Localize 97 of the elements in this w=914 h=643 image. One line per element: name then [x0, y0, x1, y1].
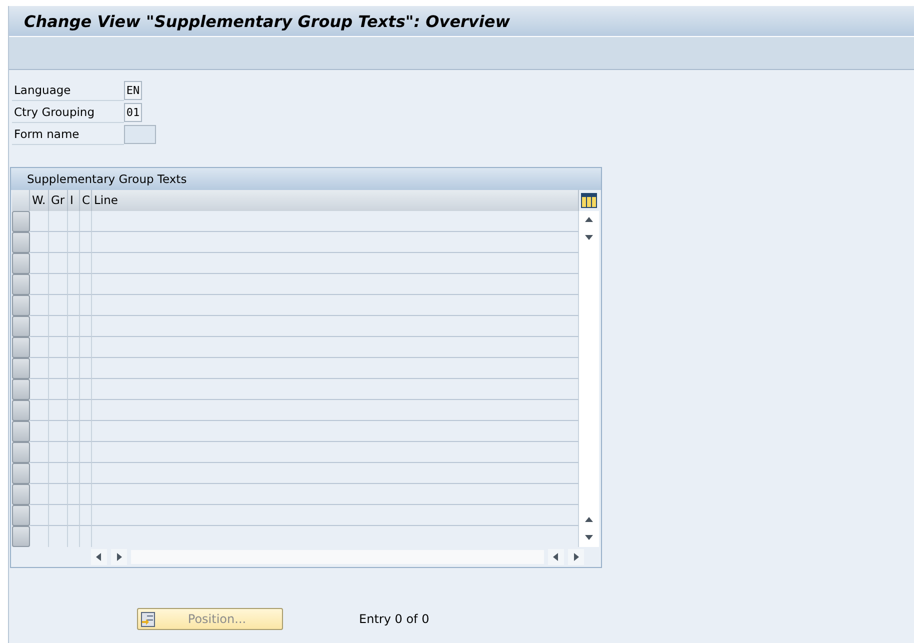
table-cell: [68, 484, 80, 505]
table-cell: [49, 253, 68, 274]
row-selector[interactable]: [12, 274, 30, 295]
row-selector[interactable]: [12, 463, 30, 484]
table-cell: [80, 484, 92, 505]
table-cell: [68, 253, 80, 274]
table-cell: [30, 379, 49, 400]
table-cell: [30, 484, 49, 505]
table-cell: [68, 358, 80, 379]
table-cell: [49, 211, 68, 232]
row-selector[interactable]: [12, 316, 30, 337]
row-selector[interactable]: [12, 400, 30, 421]
input-field[interactable]: EN: [124, 80, 142, 100]
columns-icon[interactable]: [581, 193, 597, 208]
table-cell: [30, 421, 49, 442]
row-selector[interactable]: [12, 505, 30, 526]
row-selector[interactable]: [12, 253, 30, 274]
table-cell: [49, 274, 68, 295]
column-header[interactable]: I: [68, 190, 80, 211]
table-cell: [80, 421, 92, 442]
row-selector[interactable]: [12, 484, 30, 505]
table-cell: [68, 442, 80, 463]
row-selector[interactable]: [12, 379, 30, 400]
table-cell: [68, 505, 80, 526]
row-selector[interactable]: [12, 295, 30, 316]
table-cell: [30, 253, 49, 274]
scroll-left-icon[interactable]: [551, 552, 561, 562]
window-title: Change View "Supplementary Group Texts": Overview: [9, 6, 914, 37]
table-cell: [30, 211, 49, 232]
table-cell: [49, 295, 68, 316]
column-header[interactable]: W.: [30, 190, 49, 211]
scroll-up-icon[interactable]: [584, 515, 594, 525]
entry-count: Entry 0 of 0: [359, 612, 430, 626]
row-selector[interactable]: [12, 421, 30, 442]
table-cell: [68, 463, 80, 484]
table-cell: [30, 442, 49, 463]
table-cell: [30, 316, 49, 337]
table-cell: [68, 421, 80, 442]
table-cell: [30, 400, 49, 421]
table-cell: [30, 358, 49, 379]
table-cell: [68, 274, 80, 295]
row-selector[interactable]: [12, 442, 30, 463]
table-cell: [80, 463, 92, 484]
table-cell: [49, 316, 68, 337]
input-field[interactable]: [124, 124, 156, 144]
row-selector[interactable]: [12, 232, 30, 253]
position-icon: [141, 612, 155, 626]
table-cell: [80, 211, 92, 232]
header-corner: [12, 190, 30, 211]
table-cell: [68, 232, 80, 253]
scroll-left-icon[interactable]: [94, 552, 104, 562]
row-selector[interactable]: [12, 337, 30, 358]
table-cell: [68, 211, 80, 232]
table-cell: [30, 295, 49, 316]
table-cell: [30, 232, 49, 253]
table-cell: [80, 232, 92, 253]
table-cell: [49, 442, 68, 463]
table-cell: [30, 274, 49, 295]
scroll-right-icon[interactable]: [114, 552, 124, 562]
table-cell: [68, 400, 80, 421]
table-cell: [80, 358, 92, 379]
table-title: Supplementary Group Texts: [11, 168, 601, 190]
table-cell: [80, 400, 92, 421]
scroll-right-icon[interactable]: [571, 552, 581, 562]
table-cell: [68, 316, 80, 337]
table-cell: [80, 442, 92, 463]
scroll-up-icon[interactable]: [584, 215, 594, 225]
table-cell: [68, 337, 80, 358]
column-header[interactable]: Line: [92, 190, 579, 211]
row-selector[interactable]: [12, 526, 30, 547]
table-cell: [49, 484, 68, 505]
table-cell: [80, 505, 92, 526]
table-cell: [80, 274, 92, 295]
table-cell: [80, 337, 92, 358]
table-cell: [68, 379, 80, 400]
table-cell: [68, 295, 80, 316]
table-cell: [80, 253, 92, 274]
table-cell: [80, 316, 92, 337]
table-cell: [49, 232, 68, 253]
table-cell: [49, 379, 68, 400]
table-cell: [49, 421, 68, 442]
row-selector[interactable]: [12, 211, 30, 232]
table-cell: [30, 505, 49, 526]
table-cell: [49, 358, 68, 379]
table-cell: [49, 463, 68, 484]
table-cell: [80, 379, 92, 400]
column-header[interactable]: Gr: [49, 190, 68, 211]
table-cell: [80, 295, 92, 316]
table-cell: [49, 505, 68, 526]
vertical-scrollbar[interactable]: [579, 211, 599, 547]
input-field[interactable]: 01: [124, 102, 142, 122]
row-selector[interactable]: [12, 358, 30, 379]
table-cell: [30, 337, 49, 358]
table-cell: [49, 400, 68, 421]
table-cell: [49, 337, 68, 358]
column-header[interactable]: C: [80, 190, 92, 211]
table-cell: [30, 463, 49, 484]
